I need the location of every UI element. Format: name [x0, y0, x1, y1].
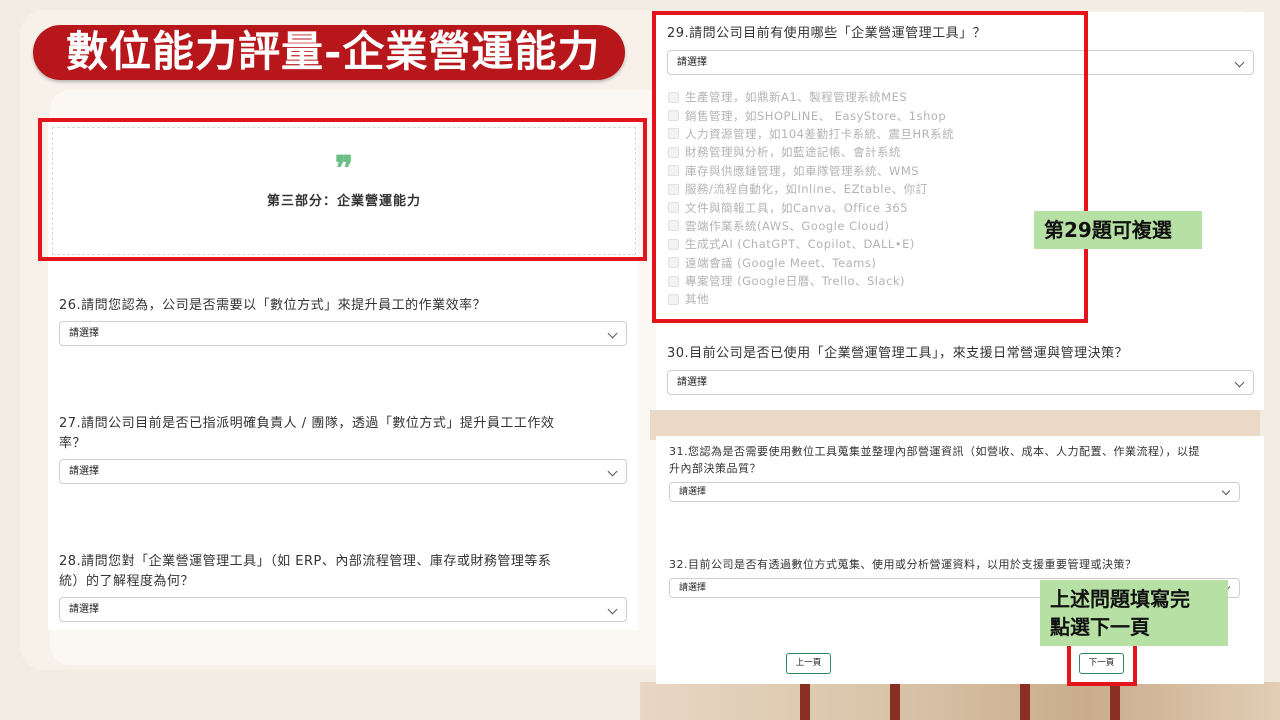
select-value: 請選擇 [69, 328, 99, 339]
question-26: 26.請問您認為，公司是否需要以「數位方式」來提升員工的作業效率？ [59, 298, 487, 313]
building-decoration [640, 682, 1280, 720]
chevron-down-icon [607, 328, 618, 339]
question-31-line1: 31.您認為是否需要使用數位工具蒐集並整理內部營運資訊（如營收、成本、人力配置、… [669, 445, 1200, 458]
select-value: 請選擇 [679, 487, 707, 497]
prev-page-button[interactable]: 上一頁 [786, 653, 831, 674]
question-30: 30.目前公司是否已使用「企業營運管理工具」，來支援日常營運與管理決策？ [667, 346, 1129, 361]
next-callout-line1: 上述問題填寫完 [1050, 587, 1190, 611]
next-callout-line2: 點選下一頁 [1050, 615, 1150, 639]
chevron-down-icon [1234, 57, 1245, 68]
select-value: 請選擇 [677, 377, 707, 388]
question-28-line2: 統）的了解程度為何？ [59, 574, 195, 589]
highlight-question-29 [652, 11, 1088, 323]
question-31-line2: 升內部決策品質？ [669, 462, 761, 475]
page-title: 數位能力評量-企業營運能力 [66, 27, 601, 76]
select-value: 請選擇 [69, 604, 99, 615]
select-value: 請選擇 [679, 583, 707, 593]
question-27-select[interactable]: 請選擇 [59, 459, 627, 484]
select-value: 請選擇 [69, 466, 99, 477]
chevron-down-icon [1221, 486, 1231, 496]
question-30-select[interactable]: 請選擇 [667, 370, 1254, 395]
multi-select-callout: 第29題可複選 [1034, 211, 1202, 249]
question-28-line1: 28.請問您對「企業營運管理工具」（如 ERP、內部流程管理、庫存或財務管理等系 [59, 554, 552, 569]
question-32: 32.目前公司是否有透過數位方式蒐集、使用或分析營運資料，以用於支援重要管理或決… [669, 558, 1137, 571]
question-28-select[interactable]: 請選擇 [59, 597, 627, 622]
question-31-select[interactable]: 請選擇 [669, 482, 1240, 502]
next-page-callout: 上述問題填寫完 點選下一頁 [1040, 580, 1228, 646]
chevron-down-icon [1234, 377, 1245, 388]
question-27-line2: 率？ [59, 436, 87, 451]
highlight-section-header [38, 118, 647, 261]
question-26-select[interactable]: 請選擇 [59, 321, 627, 346]
question-27-line1: 27.請問公司目前是否已指派明確負責人 / 團隊，透過「數位方式」提升員工工作效 [59, 416, 555, 431]
chevron-down-icon [607, 466, 618, 477]
chevron-down-icon [607, 604, 618, 615]
highlight-next-button [1067, 642, 1137, 686]
